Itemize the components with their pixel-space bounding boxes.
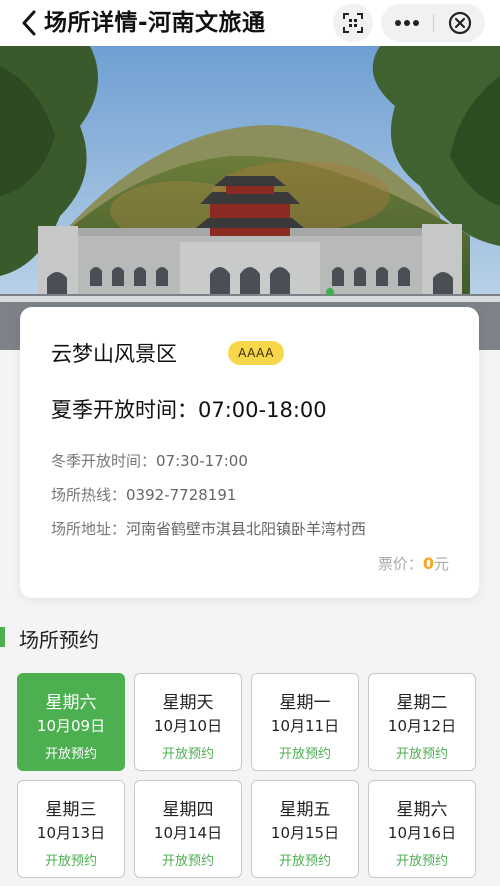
date-cell[interactable]: 星期四 10月14日 开放预约: [134, 780, 242, 878]
price-unit: 元: [433, 555, 449, 573]
weekday-label: 星期四: [162, 800, 214, 820]
date-cell[interactable]: 星期天 10月10日 开放预约: [134, 673, 242, 771]
hotline-row[interactable]: 场所热线：0392-7728191: [51, 484, 236, 505]
venue-name: 云梦山风景区: [51, 342, 177, 366]
date-cell[interactable]: 星期五 10月15日 开放预约: [251, 780, 359, 878]
summer-opening-hours: 夏季开放时间：07:00-18:00: [51, 398, 327, 422]
weekday-label: 星期六: [396, 800, 448, 820]
venue-banner-image: [0, 46, 500, 350]
date-label: 10月13日: [36, 824, 106, 842]
mini-program-capsule: [381, 4, 485, 42]
rating-badge: AAAA: [228, 341, 284, 365]
weekday-label: 星期一: [279, 693, 331, 713]
date-label: 10月14日: [153, 824, 223, 842]
booking-status: 开放预约: [278, 854, 331, 869]
address-value[interactable]: 河南省鹤壁市淇县北阳镇卧羊湾村西: [126, 520, 366, 538]
ticket-price: 票价：0元: [378, 553, 449, 574]
close-circle-icon: [448, 11, 471, 35]
booking-section-title: 场所预约: [19, 628, 99, 652]
price-value: 0: [422, 554, 434, 573]
chevron-left-icon: [22, 10, 36, 36]
date-cell[interactable]: 星期二 10月12日 开放预约: [368, 673, 476, 771]
more-dots-icon: [395, 20, 419, 26]
scan-button[interactable]: [333, 4, 373, 42]
weekday-label: 星期五: [279, 800, 331, 820]
page-title: 场所详情-河南文旅通: [44, 10, 266, 36]
date-cell[interactable]: 星期一 10月11日 开放预约: [251, 673, 359, 771]
more-button[interactable]: [381, 4, 433, 42]
booking-status: 开放预约: [395, 854, 448, 869]
weekday-label: 星期天: [162, 693, 214, 713]
booking-status: 开放预约: [278, 747, 331, 762]
address-label: 场所地址：: [51, 520, 127, 538]
weekday-label: 星期二: [396, 693, 448, 713]
scan-icon: [343, 13, 363, 33]
section-accent-bar: [0, 627, 5, 647]
weekday-label: 星期三: [45, 800, 97, 820]
date-label: 10月09日: [36, 717, 106, 735]
date-label: 10月10日: [153, 717, 223, 735]
close-button[interactable]: [434, 4, 485, 42]
date-cell[interactable]: 星期六 10月09日 开放预约: [17, 673, 125, 771]
booking-status: 开放预约: [44, 747, 97, 762]
date-label: 10月15日: [270, 824, 340, 842]
address-row[interactable]: 场所地址：河南省鹤壁市淇县北阳镇卧羊湾村西: [51, 518, 366, 539]
winter-hours-row: 冬季开放时间：07:30-17:00: [51, 450, 248, 471]
date-label: 10月11日: [270, 717, 340, 735]
winter-hours-label: 冬季开放时间：: [51, 452, 157, 470]
booking-status: 开放预约: [44, 854, 97, 869]
weekday-label: 星期六: [45, 693, 97, 713]
booking-date-grid: 星期六 10月09日 开放预约 星期天 10月10日 开放预约 星期一 10月1…: [17, 673, 483, 878]
winter-hours-value: 07:30-17:00: [156, 452, 248, 470]
booking-status: 开放预约: [161, 747, 214, 762]
date-cell[interactable]: 星期三 10月13日 开放预约: [17, 780, 125, 878]
hotline-label: 场所热线：: [51, 486, 127, 504]
nav-bar: 场所详情-河南文旅通: [0, 0, 500, 46]
date-label: 10月12日: [387, 717, 457, 735]
price-label: 票价：: [377, 555, 423, 573]
back-button[interactable]: [14, 6, 44, 40]
venue-info-card: 云梦山风景区 AAAA 夏季开放时间：07:00-18:00 冬季开放时间：07…: [20, 307, 479, 598]
date-cell[interactable]: 星期六 10月16日 开放预约: [368, 780, 476, 878]
booking-status: 开放预约: [395, 747, 448, 762]
hotline-value[interactable]: 0392-7728191: [126, 486, 236, 504]
date-label: 10月16日: [387, 824, 457, 842]
booking-status: 开放预约: [161, 854, 214, 869]
